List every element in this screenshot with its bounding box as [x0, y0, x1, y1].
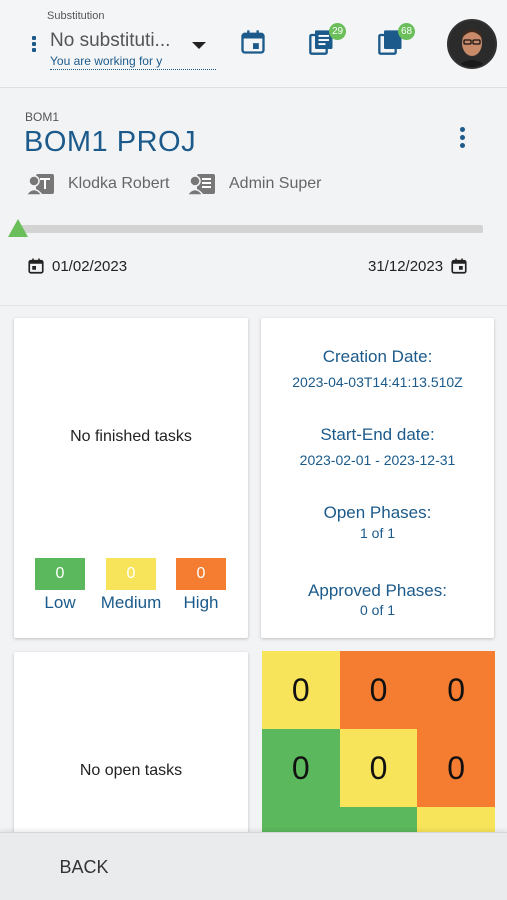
project-code: BOM1 — [25, 110, 60, 124]
matrix-cell: 0 — [417, 729, 495, 807]
documents-icon[interactable]: 68 — [377, 23, 415, 58]
chevron-down-icon[interactable] — [192, 42, 206, 49]
admin-name: Admin Super — [229, 175, 322, 192]
matrix-cell: 0 — [417, 651, 495, 729]
calendar-icon — [28, 258, 44, 274]
back-button[interactable]: BACK — [44, 847, 124, 887]
progress-marker — [8, 219, 28, 237]
owner-badge-icon — [26, 174, 54, 196]
approved-phases-value: 0 of 1 — [359, 602, 396, 618]
matrix-cell: 0 — [262, 651, 340, 729]
end-date: 31/12/2023 — [368, 256, 468, 276]
substitution-label: Substitution — [47, 10, 105, 22]
open-phases-value: 1 of 1 — [359, 525, 396, 541]
calendar-icon — [451, 258, 467, 274]
substitution-select[interactable]: No substituti... — [50, 30, 170, 52]
more-vert-icon[interactable] — [455, 124, 469, 152]
open-tasks-card: No open tasks — [14, 652, 248, 852]
start-date-value: 01/02/2023 — [52, 257, 128, 275]
tasks-badge: 29 — [329, 23, 346, 40]
page-title: BOM1 PROJ — [24, 126, 197, 158]
project-progress-bar — [20, 225, 483, 233]
start-date: 01/02/2023 — [27, 256, 127, 276]
substitution-menu-icon[interactable] — [28, 34, 40, 56]
project-admin: Admin Super — [187, 172, 322, 196]
risk-matrix: 000000 — [262, 651, 495, 836]
divider — [0, 305, 507, 306]
end-date-value: 31/12/2023 — [368, 257, 444, 275]
severity-high-label: High — [183, 593, 219, 612]
avatar[interactable] — [447, 19, 497, 69]
creation-date-value: 2023-04-03T14:41:13.510Z — [292, 374, 463, 390]
open-phases-label: Open Phases: — [323, 503, 432, 522]
matrix-cell: 0 — [262, 729, 340, 807]
severity-medium-count: 0 — [106, 558, 156, 590]
owner-name: Klodka Robert — [68, 175, 170, 192]
project-info-card: Creation Date: 2023-04-03T14:41:13.510Z … — [261, 318, 494, 638]
matrix-cell: 0 — [339, 729, 418, 807]
severity-low-label: Low — [44, 593, 76, 612]
admin-badge-icon — [187, 174, 215, 196]
creation-date-label: Creation Date: — [322, 347, 433, 366]
start-end-date-value: 2023-02-01 - 2023-12-31 — [299, 452, 456, 468]
start-end-date-label: Start-End date: — [320, 425, 435, 444]
project-owner: Klodka Robert — [26, 172, 169, 196]
approved-phases-label: Approved Phases: — [308, 581, 447, 600]
finished-tasks-message: No finished tasks — [70, 428, 192, 445]
bottom-bar: BACK — [0, 832, 507, 900]
open-tasks-message: No open tasks — [79, 762, 183, 779]
substitution-hint: You are working for y — [50, 54, 216, 70]
severity-medium-label: Medium — [100, 593, 162, 612]
top-bar: Substitution No substituti... You are wo… — [0, 0, 507, 88]
finished-tasks-card: No finished tasks 0 0 0 Low Medium High — [14, 318, 248, 638]
severity-high-count: 0 — [176, 558, 226, 590]
matrix-cell: 0 — [339, 651, 418, 729]
severity-low-count: 0 — [35, 558, 85, 590]
calendar-icon[interactable] — [239, 28, 269, 58]
documents-badge: 68 — [398, 23, 415, 40]
tasks-icon[interactable]: 29 — [308, 23, 346, 58]
